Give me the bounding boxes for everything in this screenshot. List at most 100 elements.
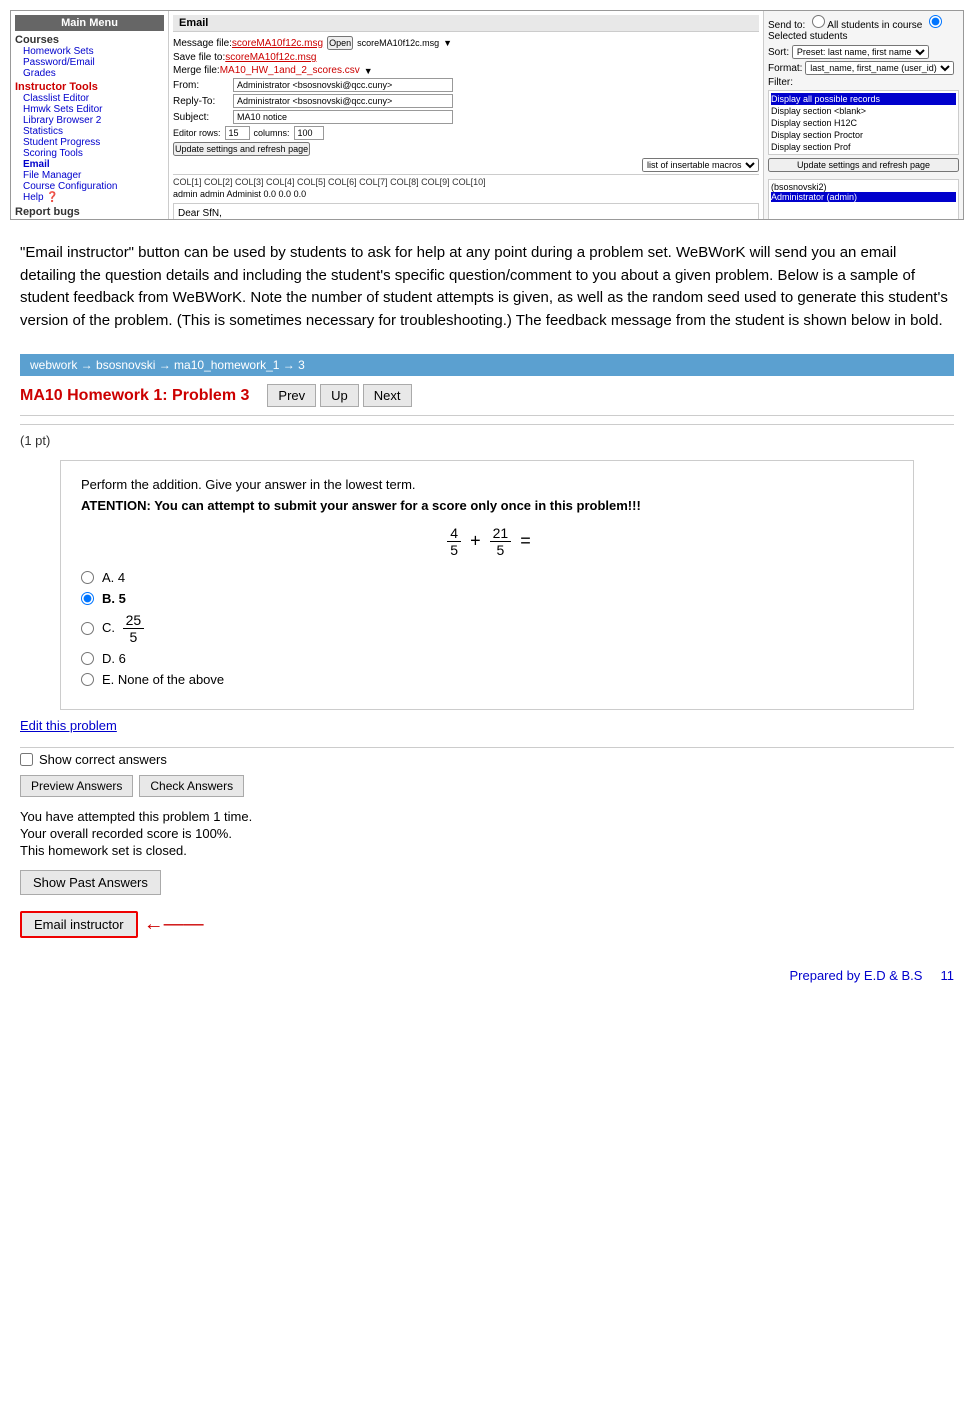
update-refresh-button[interactable]: Update settings and refresh page [768, 158, 959, 172]
filter-item-all[interactable]: Display all possible records [771, 93, 956, 105]
recipient-item-1[interactable]: (bsosnovski2) [771, 182, 956, 192]
merge-file-value: MA10_HW_1and_2_scores.csv [220, 65, 360, 76]
save-file-row: Save file to: scoreMA10f12c.msg [173, 52, 759, 63]
from-input[interactable] [233, 78, 453, 92]
fraction-2: 21 5 [490, 525, 512, 558]
format-row: Format: last_name, first_name (user_id) [768, 61, 959, 75]
option-d-row: D. 6 [81, 651, 893, 666]
open-button[interactable]: Open [327, 36, 353, 50]
option-a-row: A. 4 [81, 570, 893, 585]
option-b-radio[interactable] [81, 592, 94, 605]
option-e-row: E. None of the above [81, 672, 893, 687]
sidebar-grades[interactable]: Grades [15, 68, 164, 79]
email-tab-header: Email [173, 15, 759, 32]
problem-box: Perform the addition. Give your answer i… [60, 460, 914, 710]
fraction-1: 4 5 [447, 525, 461, 558]
option-c-radio[interactable] [81, 622, 94, 635]
sidebar-student-progress[interactable]: Student Progress [15, 137, 164, 148]
body-line1: Dear SfN, [178, 208, 754, 219]
check-answers-button[interactable]: Check Answers [139, 775, 244, 797]
recipient-item-2[interactable]: Administrator (admin) [771, 192, 956, 202]
recipients-listbox[interactable]: (bsosnovski2) Administrator (admin) [768, 179, 959, 220]
problem-warning: ATENTION: You can attempt to submit your… [81, 498, 893, 513]
numerator-1: 4 [447, 525, 461, 542]
sidebar-library-browser[interactable]: Library Browser 2 [15, 115, 164, 126]
sidebar-password-email[interactable]: Password/Email [15, 57, 164, 68]
next-button[interactable]: Next [363, 384, 412, 407]
sidebar-file-manager[interactable]: File Manager [15, 170, 164, 181]
macros-select[interactable]: list of insertable macros [642, 158, 759, 172]
sidebar-instructor-tools: Instructor Tools [15, 81, 164, 93]
sidebar-course-config[interactable]: Course Configuration [15, 181, 164, 192]
email-instructor-row: Email instructor ←—— [20, 911, 954, 938]
option-c-row: C. 25 5 [81, 612, 893, 645]
sidebar-email[interactable]: Email [15, 159, 164, 170]
edit-problem-link[interactable]: Edit this problem [20, 718, 117, 733]
filter-label: Filter: [768, 77, 793, 88]
filter-listbox[interactable]: Display all possible records Display sec… [768, 90, 959, 155]
format-select[interactable]: last_name, first_name (user_id) [805, 61, 954, 75]
divider-2 [20, 747, 954, 748]
subject-input[interactable] [233, 110, 453, 124]
show-past-row: Show Past Answers [20, 860, 954, 905]
answer-buttons-row: Preview Answers Check Answers [20, 775, 954, 797]
option-e-label: E. None of the above [102, 672, 224, 687]
send-to-label: Send to: [768, 20, 805, 31]
filter-item-h12c[interactable]: Display section H12C [771, 117, 956, 129]
option-a-label: A. 4 [102, 570, 125, 585]
recorded-score-text: Your overall recorded score is 100%. [20, 826, 954, 841]
sidebar-courses: Courses [15, 34, 164, 46]
problem-instruction: Perform the addition. Give your answer i… [81, 477, 893, 492]
email-instructor-button[interactable]: Email instructor [20, 911, 138, 938]
reply-to-input[interactable] [233, 94, 453, 108]
sidebar-homework-sets[interactable]: Homework Sets [15, 46, 164, 57]
filter-item-proctor[interactable]: Display section Proctor [771, 129, 956, 141]
sidebar-statistics[interactable]: Statistics [15, 126, 164, 137]
show-past-answers-button[interactable]: Show Past Answers [20, 870, 161, 895]
attempts-text: You have attempted this problem 1 time. [20, 809, 954, 824]
option-e-radio[interactable] [81, 673, 94, 686]
editor-rows-input[interactable] [225, 126, 250, 140]
arrow-indicator: ←—— [144, 913, 204, 936]
option-a-radio[interactable] [81, 571, 94, 584]
message-file-row: Message file: scoreMA10f12c.msg Open sco… [173, 36, 759, 50]
math-expression: 4 5 + 21 5 = [81, 525, 893, 558]
selected-students-radio[interactable] [929, 15, 942, 28]
all-students-radio[interactable] [812, 15, 825, 28]
update-settings-button[interactable]: Update settings and refresh page [173, 142, 310, 156]
preview-answers-button[interactable]: Preview Answers [20, 775, 133, 797]
macros-dropdown-row: list of insertable macros [173, 158, 759, 172]
email-body-area: Dear SfN, YOUR SCORES on MA-10 WebWork H… [173, 203, 759, 219]
sort-select[interactable]: Preset: last name, first name [792, 45, 929, 59]
columns-input[interactable] [294, 126, 324, 140]
sidebar-homework-sets-editor[interactable]: Hmwk Sets Editor [15, 104, 164, 115]
sidebar-classlist-editor[interactable]: Classlist Editor [15, 93, 164, 104]
sidebar: Main Menu Courses Homework Sets Password… [11, 11, 169, 219]
filter-row: Filter: [768, 77, 959, 88]
filter-item-blank[interactable]: Display section <blank> [771, 105, 956, 117]
footer: Prepared by E.D & B.S 11 [0, 958, 974, 993]
option-c-den: 5 [127, 629, 141, 645]
closed-text: This homework set is closed. [20, 843, 954, 858]
subject-row: Subject: [173, 110, 759, 124]
filter-item-prof[interactable]: Display section Prof [771, 141, 956, 153]
message-file-value: scoreMA10f12c.msg [232, 38, 323, 49]
show-correct-label: Show correct answers [39, 752, 167, 767]
points-label: (1 pt) [20, 433, 954, 448]
sidebar-report-bugs: Report bugs [15, 206, 164, 218]
format-label: Format: [768, 63, 802, 74]
show-correct-checkbox[interactable] [20, 753, 33, 766]
show-correct-row: Show correct answers [20, 752, 954, 767]
prev-button[interactable]: Prev [267, 384, 316, 407]
up-button[interactable]: Up [320, 384, 359, 407]
email-right-panel: Send to: All students in course Selected… [763, 11, 963, 219]
option-b-label: B. 5 [102, 591, 126, 606]
sidebar-help[interactable]: Help ❓ [15, 192, 164, 203]
reply-to-row: Reply-To: [173, 94, 759, 108]
option-c-num: 25 [123, 612, 145, 629]
option-d-radio[interactable] [81, 652, 94, 665]
option-b-row: B. 5 [81, 591, 893, 606]
sidebar-scoring-tools[interactable]: Scoring Tools [15, 148, 164, 159]
problem-container: webwork → bsosnovski → ma10_homework_1 →… [0, 354, 974, 710]
answer-options: A. 4 B. 5 C. 25 5 D. 6 [81, 570, 893, 687]
